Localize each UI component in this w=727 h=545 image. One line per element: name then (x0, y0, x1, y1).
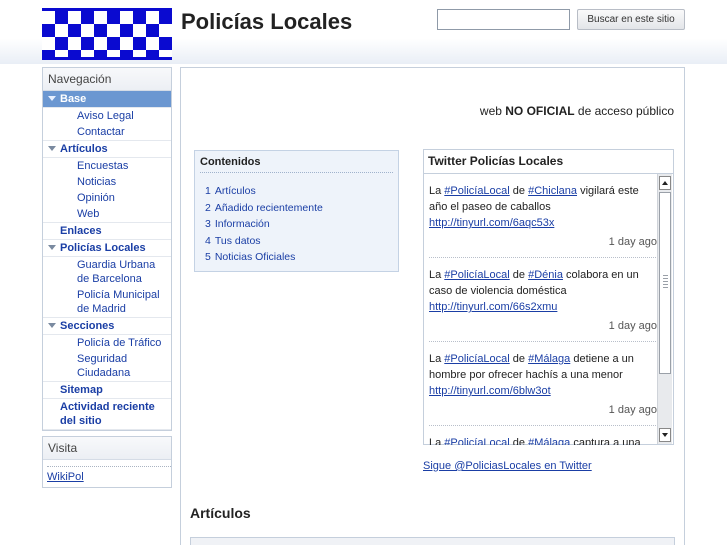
toc-title: Contenidos (200, 151, 393, 173)
toc-link[interactable]: Tus datos (215, 235, 261, 247)
nav-subitem-policia-municipal[interactable]: Policía Municipal de Madrid (43, 287, 171, 317)
toc-link[interactable]: Añadido recientemente (215, 202, 323, 214)
tweet-text: La (429, 353, 445, 365)
nav-section-secciones: Secciones Policía de Tráfico Seguridad C… (43, 318, 171, 382)
toc-item[interactable]: 3 Información (205, 216, 398, 233)
scroll-up-arrow-icon[interactable] (659, 176, 671, 190)
site-tagline: web NO OFICIAL de acceso público (480, 104, 674, 118)
tweet-text: La (429, 269, 445, 281)
nav-subitem-seguridad-ciudadana[interactable]: Seguridad Ciudadana (43, 351, 171, 381)
toc-item[interactable]: 1 Artículos (205, 183, 398, 200)
search-button[interactable]: Buscar en este sitio (577, 9, 685, 30)
scroll-down-arrow-icon[interactable] (659, 428, 671, 442)
site-logo[interactable] (42, 8, 172, 60)
collapse-triangle-icon[interactable] (48, 96, 56, 101)
hashtag-link[interactable]: #Málaga (528, 437, 570, 445)
nav-item-actividad-reciente[interactable]: Actividad reciente del sitio (43, 399, 171, 430)
tweet-text: de (509, 269, 529, 281)
toc-number: 1 (205, 185, 211, 197)
nav-subitem-guardia-urbana[interactable]: Guardia Urbana de Barcelona (43, 257, 171, 287)
scrollbar-thumb[interactable] (659, 192, 671, 374)
toc-link[interactable]: Noticias Oficiales (215, 251, 296, 263)
hashtag-link[interactable]: #PolicíaLocal (444, 437, 509, 445)
nav-item-label: Secciones (60, 320, 115, 332)
tweet: La #PolicíaLocal de #Chiclana vigilará e… (429, 174, 658, 258)
tagline-bold: NO OFICIAL (505, 104, 575, 118)
toc-link[interactable]: Información (215, 218, 270, 230)
tweet-timestamp[interactable]: 1 day ago (429, 402, 657, 418)
toc-item[interactable]: 4 Tus datos (205, 233, 398, 250)
tagline-prefix: web (479, 104, 506, 118)
nav-item-sitemap[interactable]: Sitemap (43, 382, 171, 399)
nav-subitem-noticias[interactable]: Noticias (43, 174, 171, 190)
toc-number: 2 (205, 201, 211, 214)
tweet-timestamp[interactable]: 1 day ago (429, 234, 657, 250)
nav-section-policias-locales: Policías Locales Guardia Urbana de Barce… (43, 240, 171, 318)
nav-item-label: Artículos (60, 143, 108, 155)
tweet: La #PolicíaLocal de #Málaga captura a un… (429, 426, 658, 445)
navigation-title: Navegación (43, 68, 171, 91)
search-input[interactable] (437, 9, 570, 30)
articles-heading: Artículos (190, 505, 251, 521)
toc-link[interactable]: Artículos (215, 185, 256, 197)
tweet: La #PolicíaLocal de #Málaga detiene a un… (429, 342, 658, 426)
tweet: La #PolicíaLocal de #Dénia colabora en u… (429, 258, 658, 342)
hashtag-link[interactable]: #PolicíaLocal (444, 269, 509, 281)
collapse-triangle-icon[interactable] (48, 146, 56, 151)
hashtag-link[interactable]: #Dénia (528, 269, 563, 281)
nav-section-base: Base Aviso Legal Contactar (43, 91, 171, 141)
toc-item[interactable]: 5 Noticias Oficiales (205, 249, 398, 266)
toc-list: 1 Artículos 2 Añadido recientemente 3 Infor… (195, 173, 398, 266)
nav-item-secciones[interactable]: Secciones (43, 318, 171, 335)
tweet-url-link[interactable]: http://tinyurl.com/6aqc53x (429, 217, 554, 229)
navigation-panel: Navegación Base Aviso Legal Contactar Ar… (42, 67, 172, 431)
site-header: Policías Locales Buscar en este sitio (0, 0, 727, 64)
tweet-url-link[interactable]: http://tinyurl.com/6blw3ot (429, 385, 551, 397)
nav-item-policias-locales[interactable]: Policías Locales (43, 240, 171, 257)
tweet-text: de (509, 437, 529, 445)
nav-item-enlaces[interactable]: Enlaces (43, 223, 171, 240)
tweet-list-scrollbar[interactable] (657, 174, 672, 444)
tweet-list[interactable]: La #PolicíaLocal de #Chiclana vigilará e… (429, 174, 658, 445)
tweet-url-link[interactable]: http://tinyurl.com/66s2xmu (429, 301, 557, 313)
nav-subitem-opinion[interactable]: Opinión (43, 190, 171, 206)
site-title[interactable]: Policías Locales (181, 9, 352, 35)
tweet-text: La (429, 437, 445, 445)
toc-item[interactable]: 2 Añadido recientemente (205, 200, 398, 217)
twitter-widget-title: Twitter Policías Locales (424, 150, 673, 174)
twitter-widget: Twitter Policías Locales La #PolicíaLoca… (423, 149, 674, 445)
tweet-text: de (509, 353, 529, 365)
toc-number: 4 (205, 234, 211, 247)
nav-subitem-contactar[interactable]: Contactar (43, 124, 171, 140)
wikipol-link[interactable]: WikiPol (47, 466, 171, 483)
collapse-triangle-icon[interactable] (48, 323, 56, 328)
table-of-contents: Contenidos 1 Artículos 2 Añadido recientem… (194, 150, 399, 272)
nav-item-label: Policías Locales (60, 242, 146, 254)
collapse-triangle-icon[interactable] (48, 245, 56, 250)
hashtag-link[interactable]: #Málaga (528, 353, 570, 365)
nav-item-base[interactable]: Base (43, 91, 171, 108)
nav-item-label: Base (60, 93, 87, 105)
tagline-suffix: de acceso público (574, 104, 674, 118)
hashtag-link[interactable]: #PolicíaLocal (444, 353, 509, 365)
scrollbar-grip-icon (663, 275, 668, 289)
visit-panel: Visita WikiPol (42, 436, 172, 488)
nav-subitem-web[interactable]: Web (43, 206, 171, 222)
tweet-timestamp[interactable]: 1 day ago (429, 318, 657, 334)
nav-subitem-policia-trafico[interactable]: Policía de Tráfico (43, 335, 171, 351)
nav-subitem-encuestas[interactable]: Encuestas (43, 158, 171, 174)
follow-twitter-link[interactable]: Sigue @PoliciasLocales en Twitter (423, 460, 592, 472)
tweet-text: La (429, 185, 445, 197)
hashtag-link[interactable]: #Chiclana (528, 185, 577, 197)
articles-table-header (190, 537, 675, 545)
main-content: web NO OFICIAL de acceso público Conteni… (180, 67, 685, 545)
nav-section-articulos: Artículos Encuestas Noticias Opinión Web (43, 141, 171, 223)
toc-number: 5 (205, 251, 211, 263)
nav-item-articulos[interactable]: Artículos (43, 141, 171, 158)
hashtag-link[interactable]: #PolicíaLocal (444, 185, 509, 197)
nav-subitem-aviso-legal[interactable]: Aviso Legal (43, 108, 171, 124)
toc-number: 3 (205, 218, 211, 230)
visit-title: Visita (43, 437, 171, 460)
tweet-text: de (509, 185, 529, 197)
